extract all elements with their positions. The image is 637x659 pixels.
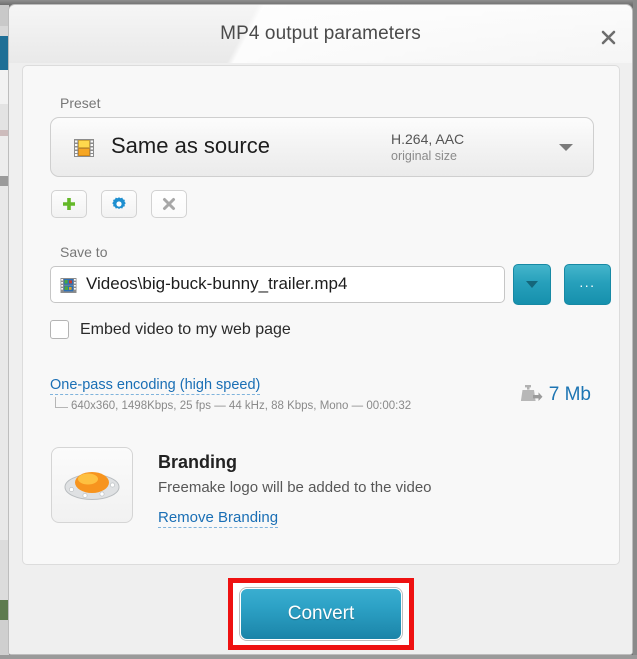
output-size-group: 7 Mb [519,384,591,406]
branding-description: Freemake logo will be added to the video [158,479,432,496]
preset-name: Same as source [111,133,270,158]
tree-connector-line [55,397,68,408]
remove-branding-link[interactable]: Remove Branding [158,509,279,528]
encoding-mode-link[interactable]: One-pass encoding (high speed) [50,377,261,395]
film-strip-icon [71,135,97,161]
add-preset-button[interactable] [51,190,87,218]
chevron-down-icon [526,281,538,288]
embed-video-label: Embed video to my web page [80,320,291,338]
output-size-icon [520,385,543,401]
edit-preset-button[interactable] [101,190,137,218]
dialog-title: MP4 output parameters [220,23,421,44]
close-icon[interactable] [596,25,620,49]
background-window-bottom-edge [0,655,637,659]
convert-button[interactable]: Convert [240,588,402,640]
save-to-path-value: Videos\big-buck-bunny_trailer.mp4 [86,274,348,293]
save-to-label: Save to [60,244,108,260]
encoding-detail-text: 640x360, 1498Kbps, 25 fps — 44 kHz, 88 K… [71,400,412,412]
preset-dropdown[interactable]: Same as source H.264, AAC original size [50,117,594,177]
preset-codec: H.264, AAC [391,131,465,147]
settings-panel: Preset Same as source H.264, AAC origina… [22,65,620,565]
output-size-value: 7 Mb [548,384,591,405]
delete-preset-button[interactable] [151,190,187,218]
branding-title: Branding [158,452,237,472]
dialog-header: MP4 output parameters [9,5,632,63]
preset-meta: H.264, AAC original size [391,130,531,164]
plus-icon [63,198,75,210]
background-window-right-edge [633,0,637,659]
output-parameters-dialog: MP4 output parameters Preset Same as sou… [8,4,633,655]
save-to-dropdown-button[interactable] [513,264,551,305]
embed-video-checkbox-row[interactable]: Embed video to my web page [50,320,291,339]
save-to-path-input[interactable]: Videos\big-buck-bunny_trailer.mp4 [50,266,505,303]
embed-video-checkbox[interactable] [50,320,69,339]
close-x-icon [163,198,175,210]
preset-resolution: original size [391,149,458,163]
browse-folder-button[interactable]: ... [564,264,611,305]
chevron-down-icon [559,144,573,151]
freemake-ufo-logo-icon [51,447,133,523]
gear-icon [112,197,126,209]
preset-label: Preset [60,95,101,111]
video-file-icon [59,276,78,295]
